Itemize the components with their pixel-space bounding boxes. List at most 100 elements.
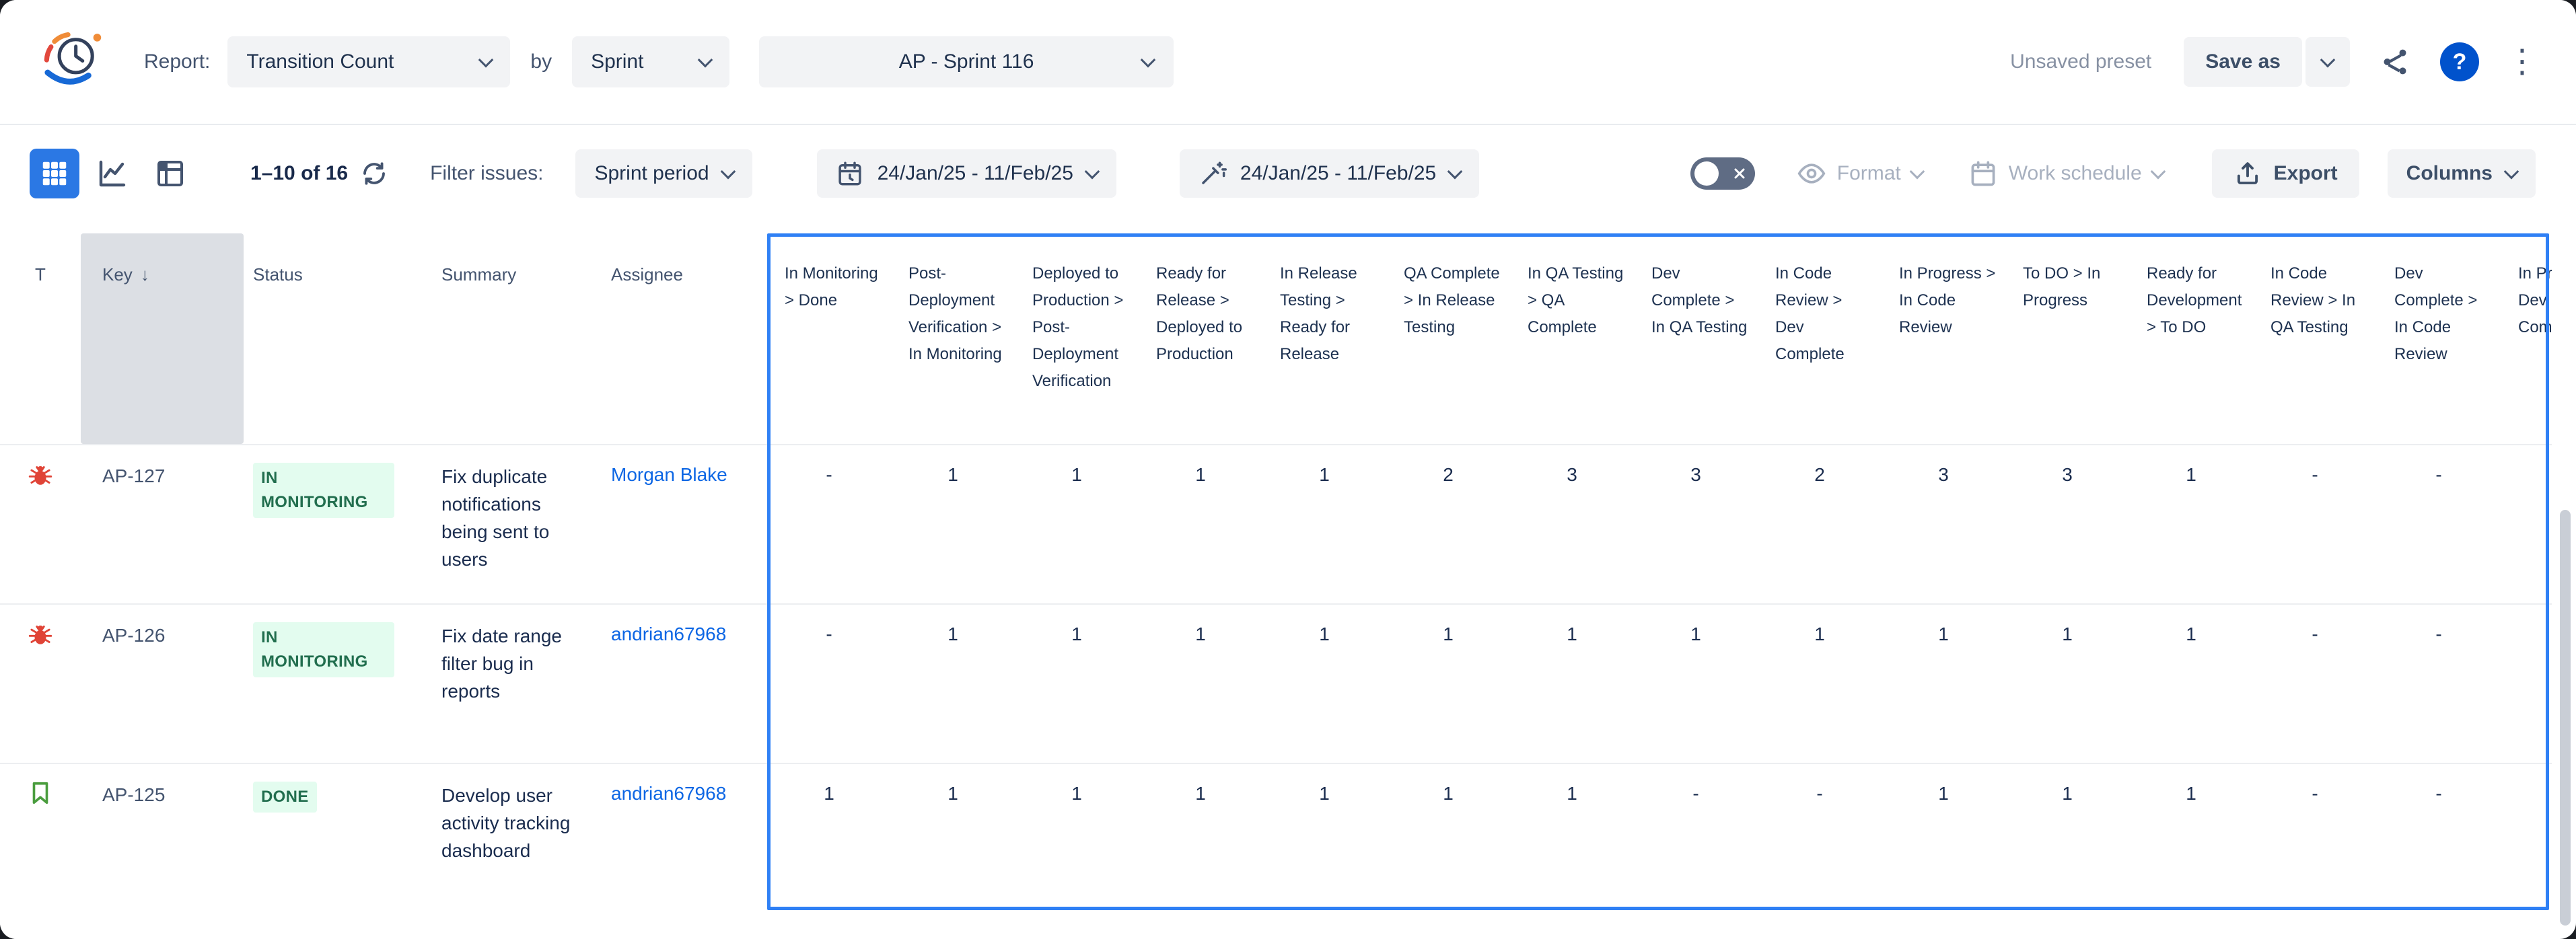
transition-count-cell: - bbox=[2253, 445, 2377, 603]
column-header-status[interactable]: Status bbox=[244, 233, 436, 444]
export-button[interactable]: Export bbox=[2212, 149, 2359, 198]
column-header-assignee[interactable]: Assignee bbox=[604, 233, 767, 444]
transition-count-cell bbox=[2501, 605, 2552, 763]
chevron-down-icon bbox=[698, 52, 713, 68]
transition-count-cell: 1 bbox=[1139, 605, 1262, 763]
eye-icon bbox=[1797, 159, 1826, 188]
transition-count-cell: - bbox=[1634, 764, 1758, 922]
transition-count-cell: 1 bbox=[2129, 605, 2253, 763]
work-schedule-button-disabled[interactable]: Work schedule bbox=[1964, 158, 2168, 189]
transition-column-header[interactable]: Dev Complete > In Code Review bbox=[2377, 233, 2501, 444]
transition-count-cell: 1 bbox=[891, 764, 1015, 922]
sprint-select[interactable]: AP - Sprint 116 bbox=[759, 36, 1174, 87]
transition-count-cell: - bbox=[767, 605, 891, 763]
status-cell: IN MONITORING bbox=[244, 605, 436, 763]
chart-view-button[interactable] bbox=[87, 149, 137, 198]
export-icon bbox=[2233, 159, 2262, 188]
issue-summary[interactable]: Fix duplicate notifications being sent t… bbox=[436, 445, 604, 603]
issue-key[interactable]: AP-127 bbox=[81, 445, 244, 603]
column-header-key[interactable]: Key ↓ bbox=[81, 233, 244, 444]
help-button[interactable]: ? bbox=[2440, 42, 2479, 81]
format-button-disabled[interactable]: Format bbox=[1793, 158, 1927, 189]
transition-count-cell: 1 bbox=[1634, 605, 1758, 763]
transition-count-cell: 1 bbox=[2005, 605, 2129, 763]
issue-summary[interactable]: Develop user activity tracking dashboard bbox=[436, 764, 604, 922]
transition-count-cell: 1 bbox=[891, 445, 1015, 603]
vertical-dots-icon: ⋮ bbox=[2506, 46, 2538, 78]
transition-column-header[interactable]: Ready for Development > To DO bbox=[2129, 233, 2253, 444]
transition-count-cell: 1 bbox=[1139, 764, 1262, 922]
transition-column-header[interactable]: Deployed to Production > Post-Deployment… bbox=[1015, 233, 1139, 444]
transition-count-cell: - bbox=[2377, 764, 2501, 922]
save-as-button[interactable]: Save as bbox=[2184, 37, 2302, 87]
work-date-range-select[interactable]: 24/Jan/25 - 11/Feb/25 bbox=[1180, 149, 1479, 198]
sprint-date-range-select[interactable]: 24/Jan/25 - 11/Feb/25 bbox=[817, 149, 1116, 198]
transition-column-header[interactable]: In Monitoring > Done bbox=[767, 233, 891, 444]
pivot-table-icon bbox=[154, 157, 186, 190]
assignee-link[interactable]: andrian67968 bbox=[611, 624, 726, 644]
chevron-down-icon bbox=[2320, 52, 2336, 68]
transition-column-header[interactable]: In Code Review > Dev Complete bbox=[1758, 233, 1882, 444]
assignee-cell: Morgan Blake bbox=[604, 445, 767, 603]
transition-column-header[interactable]: In Progress > In Code Review bbox=[1882, 233, 2005, 444]
vertical-scrollbar-thumb[interactable] bbox=[2560, 510, 2571, 926]
transition-count-cell: 1 bbox=[1510, 764, 1634, 922]
transition-column-header[interactable]: QA Complete > In Release Testing bbox=[1386, 233, 1510, 444]
issue-type-bug-icon bbox=[0, 605, 81, 763]
filter-period-select[interactable]: Sprint period bbox=[575, 149, 752, 198]
report-label: Report: bbox=[144, 50, 210, 73]
question-mark-icon: ? bbox=[2453, 49, 2467, 75]
pivot-view-button[interactable] bbox=[145, 149, 195, 198]
app-window: Report: Transition Count by Sprint AP - … bbox=[0, 0, 2576, 939]
table-view-button[interactable] bbox=[30, 149, 79, 198]
column-header-summary[interactable]: Summary bbox=[436, 233, 604, 444]
calendar-icon bbox=[1968, 159, 1998, 188]
share-button[interactable] bbox=[2380, 46, 2410, 77]
more-menu-button[interactable]: ⋮ bbox=[2506, 46, 2538, 78]
group-by-value: Sprint bbox=[591, 50, 643, 73]
transition-count-cell: 1 bbox=[1758, 605, 1882, 763]
issue-key[interactable]: AP-125 bbox=[81, 764, 244, 922]
table-header-row: T Key ↓ Status Summary Assignee In Monit… bbox=[0, 233, 2552, 444]
column-header-type[interactable]: T bbox=[0, 233, 81, 444]
report-type-select[interactable]: Transition Count bbox=[227, 36, 510, 87]
transition-column-header[interactable]: In Progress > Dev Complete bbox=[2501, 233, 2552, 444]
transition-column-header[interactable]: Dev Complete > In QA Testing bbox=[1634, 233, 1758, 444]
transition-column-header[interactable]: Ready for Release > Deployed to Producti… bbox=[1139, 233, 1262, 444]
issue-summary[interactable]: Fix date range filter bug in reports bbox=[436, 605, 604, 763]
sprint-value: AP - Sprint 116 bbox=[899, 50, 1034, 73]
preset-status: Unsaved preset bbox=[2010, 50, 2151, 73]
columns-button[interactable]: Columns bbox=[2388, 149, 2536, 198]
transition-count-cell: 3 bbox=[1634, 445, 1758, 603]
transition-count-cell: 1 bbox=[1386, 605, 1510, 763]
transition-count-cell: 3 bbox=[1882, 445, 2005, 603]
transition-count-cell: 1 bbox=[2129, 764, 2253, 922]
save-as-menu-button[interactable] bbox=[2305, 37, 2350, 87]
transition-column-header[interactable]: Post-Deployment Verification > In Monito… bbox=[891, 233, 1015, 444]
transition-count-cell: 1 bbox=[1262, 605, 1386, 763]
transition-count-cell: 1 bbox=[767, 764, 891, 922]
refresh-icon bbox=[360, 159, 388, 188]
transition-count-cell: 1 bbox=[891, 605, 1015, 763]
status-badge: IN MONITORING bbox=[253, 463, 394, 518]
transition-count-cell: 1 bbox=[1139, 445, 1262, 603]
key-header-label: Key bbox=[102, 264, 133, 285]
bug-icon bbox=[26, 461, 55, 490]
status-cell: DONE bbox=[244, 764, 436, 922]
transition-count-cell: 2 bbox=[1758, 445, 1882, 603]
assignee-cell: andrian67968 bbox=[604, 764, 767, 922]
transition-column-header[interactable]: In Code Review > In QA Testing bbox=[2253, 233, 2377, 444]
transition-column-header[interactable]: In Release Testing > Ready for Release bbox=[1262, 233, 1386, 444]
toggle-switch[interactable] bbox=[1690, 157, 1755, 190]
group-by-select[interactable]: Sprint bbox=[572, 36, 729, 87]
filter-period-value: Sprint period bbox=[594, 162, 709, 185]
transition-column-header[interactable]: To DO > In Progress bbox=[2005, 233, 2129, 444]
transition-column-header[interactable]: In QA Testing > QA Complete bbox=[1510, 233, 1634, 444]
assignee-link[interactable]: Morgan Blake bbox=[611, 464, 727, 485]
assignee-link[interactable]: andrian67968 bbox=[611, 783, 726, 804]
chevron-down-icon bbox=[478, 52, 494, 68]
filter-issues-label: Filter issues: bbox=[430, 162, 543, 185]
refresh-button[interactable] bbox=[360, 159, 388, 188]
transition-count-cell: 2 bbox=[1386, 445, 1510, 603]
issue-key[interactable]: AP-126 bbox=[81, 605, 244, 763]
